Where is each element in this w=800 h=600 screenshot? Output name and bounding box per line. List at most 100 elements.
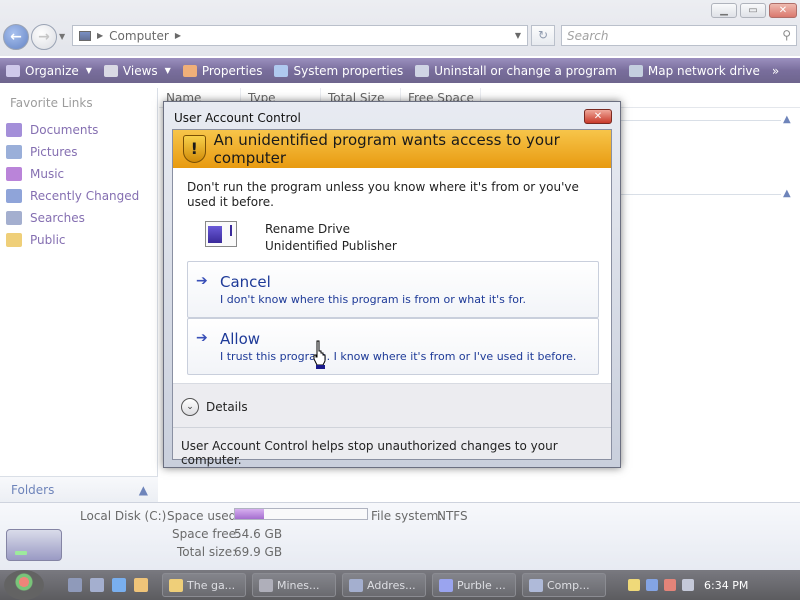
search-box[interactable]: ⚲: [561, 25, 797, 46]
title-bar: ▁ ▭ ✕ ← → ▼ ▶ Computer ▶ ▼ ↻ ⚲: [0, 0, 800, 56]
pictures-icon: [6, 145, 22, 159]
notification-area: 6:34 PM: [628, 573, 798, 597]
address-book-icon: [349, 578, 363, 592]
defender-icon[interactable]: [646, 579, 658, 591]
map-drive-icon: [628, 64, 643, 77]
computer-icon: [79, 30, 91, 41]
uninstall-program-button[interactable]: Uninstall or change a program: [409, 64, 623, 78]
taskbar: The ga... Mines... Addres... Purble ... …: [0, 570, 800, 600]
favorite-link-music[interactable]: Music: [6, 163, 139, 185]
favorite-link-public[interactable]: Public: [6, 229, 139, 251]
details-toggle-label[interactable]: Details: [206, 400, 248, 414]
organize-button[interactable]: Organize ▼: [0, 64, 98, 78]
space-used-fill: [235, 509, 265, 519]
system-properties-button[interactable]: System properties: [268, 64, 409, 78]
taskbar-button[interactable]: Mines...: [252, 573, 336, 597]
link-label: Searches: [30, 211, 85, 225]
address-bar[interactable]: ▶ Computer ▶ ▼: [72, 25, 528, 46]
media-player-icon[interactable]: [134, 578, 148, 592]
purble-place-icon: [439, 578, 453, 592]
allow-button[interactable]: ➔ Allow I trust this program. I know whe…: [187, 318, 599, 375]
favorite-link-pictures[interactable]: Pictures: [6, 141, 139, 163]
music-icon: [6, 167, 22, 181]
file-system-label: File system:: [371, 509, 443, 523]
link-label: Public: [30, 233, 66, 247]
favorite-link-documents[interactable]: Documents: [6, 119, 139, 141]
total-size-label: Total size:: [177, 545, 237, 559]
switch-windows-icon[interactable]: [90, 578, 104, 592]
taskbar-button[interactable]: Comp...: [522, 573, 606, 597]
hard-drive-icon: [6, 529, 62, 561]
hand-cursor-icon: [313, 340, 326, 369]
arrow-right-icon: ➔: [196, 330, 208, 346]
close-icon[interactable]: ✕: [769, 3, 797, 18]
security-alert-icon[interactable]: [628, 579, 640, 591]
collapse-group-icon[interactable]: ▲: [783, 188, 791, 199]
navigation-pane: Favorite Links Documents Pictures Music …: [0, 88, 158, 502]
history-dropdown-icon[interactable]: ▼: [59, 32, 65, 41]
volume-icon[interactable]: [682, 579, 694, 591]
file-system-value: NTFS: [437, 509, 468, 523]
map-drive-label: Map network drive: [647, 63, 760, 78]
network-icon[interactable]: [664, 579, 676, 591]
internet-explorer-icon[interactable]: [112, 578, 126, 592]
space-free-value: 54.6 GB: [234, 527, 283, 541]
chevron-up-icon: ▲: [138, 482, 148, 497]
computer-icon: [529, 578, 543, 592]
collapse-group-icon[interactable]: ▲: [783, 114, 791, 125]
taskbar-button[interactable]: Addres...: [342, 573, 426, 597]
searches-icon: [6, 211, 22, 225]
properties-button[interactable]: Properties: [177, 64, 269, 78]
taskbar-button[interactable]: Purble ...: [432, 573, 516, 597]
public-folder-icon: [6, 233, 22, 247]
properties-icon: [182, 64, 197, 77]
minimize-icon[interactable]: ▁: [711, 3, 737, 18]
link-label: Documents: [30, 123, 99, 137]
refresh-button[interactable]: ↻: [531, 25, 555, 46]
documents-icon: [6, 123, 22, 137]
favorite-links-list: Documents Pictures Music Recently Change…: [6, 119, 139, 251]
views-icon: [103, 64, 118, 77]
breadcrumb-separator-icon[interactable]: ▶: [175, 31, 181, 40]
folders-toggle[interactable]: Folders ▲: [0, 476, 158, 502]
clock[interactable]: 6:34 PM: [704, 579, 748, 592]
dialog-footer: ⌄ Details User Account Control helps sto…: [173, 383, 611, 467]
uninstall-label: Uninstall or change a program: [434, 63, 617, 78]
toolbar-overflow-button[interactable]: »: [766, 64, 785, 78]
taskbar-button[interactable]: The ga...: [162, 573, 246, 597]
organize-label: Organize: [25, 63, 79, 78]
expand-details-icon[interactable]: ⌄: [181, 398, 199, 416]
program-name: Rename Drive: [265, 222, 351, 236]
task-label: The ga...: [187, 578, 236, 592]
warning-banner: ! An unidentified program wants access t…: [173, 130, 611, 168]
search-icon[interactable]: ⚲: [782, 28, 791, 42]
cancel-button[interactable]: ➔ Cancel I don't know where this program…: [187, 261, 599, 318]
command-toolbar: Organize ▼ Views ▼ Properties System pro…: [0, 58, 800, 83]
show-desktop-icon[interactable]: [68, 578, 82, 592]
favorite-link-searches[interactable]: Searches: [6, 207, 139, 229]
map-network-drive-button[interactable]: Map network drive: [623, 64, 766, 78]
properties-label: Properties: [201, 63, 263, 78]
breadcrumb-separator-icon[interactable]: ▶: [97, 31, 103, 40]
views-button[interactable]: Views ▼: [98, 64, 177, 78]
allow-title: Allow: [220, 330, 261, 348]
maximize-icon[interactable]: ▭: [740, 3, 766, 18]
close-icon[interactable]: ✕: [584, 109, 612, 124]
start-orb-icon[interactable]: [4, 570, 44, 600]
group-divider: [621, 194, 781, 195]
dialog-title: User Account Control: [174, 111, 301, 125]
link-label: Recently Changed: [30, 189, 140, 203]
warning-text: Don't run the program unless you know wh…: [187, 180, 579, 209]
breadcrumb-computer[interactable]: Computer: [109, 29, 169, 43]
forward-arrow-icon[interactable]: →: [31, 24, 57, 50]
system-properties-label: System properties: [293, 63, 404, 78]
back-arrow-icon[interactable]: ←: [3, 24, 29, 50]
space-used-label: Space used:: [167, 509, 241, 523]
task-label: Addres...: [367, 578, 416, 592]
total-size-value: 69.9 GB: [234, 545, 283, 559]
views-label: Views: [122, 63, 158, 78]
favorite-link-recently-changed[interactable]: Recently Changed: [6, 185, 139, 207]
search-input[interactable]: [562, 26, 762, 45]
uninstall-icon: [415, 64, 430, 77]
address-dropdown-icon[interactable]: ▼: [515, 31, 521, 40]
